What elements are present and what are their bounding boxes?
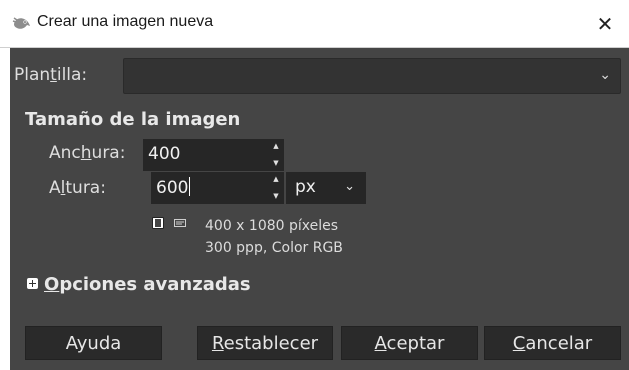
stepper-down-icon: ▼: [273, 192, 279, 200]
height-spinbox[interactable]: 600 ▲ ▼: [151, 172, 284, 204]
landscape-orientation-icon[interactable]: [174, 217, 186, 229]
help-button[interactable]: Ayuda: [25, 326, 162, 360]
title-bar: Crear una imagen nueva ✕: [0, 0, 629, 48]
stepper-down-icon: ▼: [273, 159, 279, 167]
ok-button[interactable]: Aceptar: [341, 326, 478, 360]
close-button[interactable]: ✕: [581, 0, 629, 48]
reset-button[interactable]: Restablecer: [197, 326, 333, 360]
cancel-button-label: Cancelar: [512, 332, 593, 354]
image-size-heading: Tamaño de la imagen: [25, 109, 241, 130]
unit-dropdown[interactable]: px ⌄: [286, 172, 366, 204]
height-input[interactable]: 600: [156, 177, 191, 198]
resolution-colorspace-info: 300 ppp, Color RGB: [205, 240, 343, 256]
portrait-orientation-icon[interactable]: [152, 217, 164, 229]
close-icon[interactable]: ✕: [597, 12, 614, 36]
width-label: Anchura:: [49, 143, 126, 163]
height-stepper[interactable]: ▲ ▼: [271, 175, 281, 201]
window-title: Crear una imagen nueva: [37, 13, 214, 30]
advanced-options-label: pciones avanzadas: [59, 274, 251, 295]
advanced-options-expander[interactable]: Opciones avanzadas: [27, 274, 251, 295]
stepper-up-icon: ▲: [273, 175, 279, 183]
height-label: Altura:: [49, 178, 106, 198]
template-label: Plantilla:: [14, 65, 88, 85]
gimp-wilber-icon: [12, 17, 30, 29]
width-stepper[interactable]: ▲ ▼: [271, 142, 281, 168]
width-input[interactable]: 400: [148, 144, 180, 164]
width-label-mnemonic: h: [80, 143, 92, 163]
dialog-body: Plantilla: ⌄ Tamaño de la imagen Anchura…: [10, 48, 629, 370]
unit-value: px: [295, 177, 316, 197]
template-dropdown[interactable]: ⌄: [123, 58, 621, 94]
width-spinbox[interactable]: 400 ▲ ▼: [143, 139, 284, 171]
chevron-down-icon: ⌄: [599, 67, 611, 83]
chevron-down-icon: ⌄: [344, 179, 355, 194]
expand-plus-icon[interactable]: [27, 278, 38, 289]
reset-button-label: Restablecer: [211, 332, 319, 354]
text-cursor: [189, 177, 191, 196]
pixel-size-info: 400 x 1080 píxeles: [205, 218, 339, 234]
stepper-up-icon: ▲: [273, 142, 279, 150]
advanced-options-mnemonic: O: [44, 274, 60, 295]
cancel-button[interactable]: Cancelar: [484, 326, 621, 360]
ok-button-label: Aceptar: [374, 332, 445, 354]
template-label-mnemonic: t: [50, 65, 57, 85]
help-button-label: Ayuda: [65, 332, 122, 354]
